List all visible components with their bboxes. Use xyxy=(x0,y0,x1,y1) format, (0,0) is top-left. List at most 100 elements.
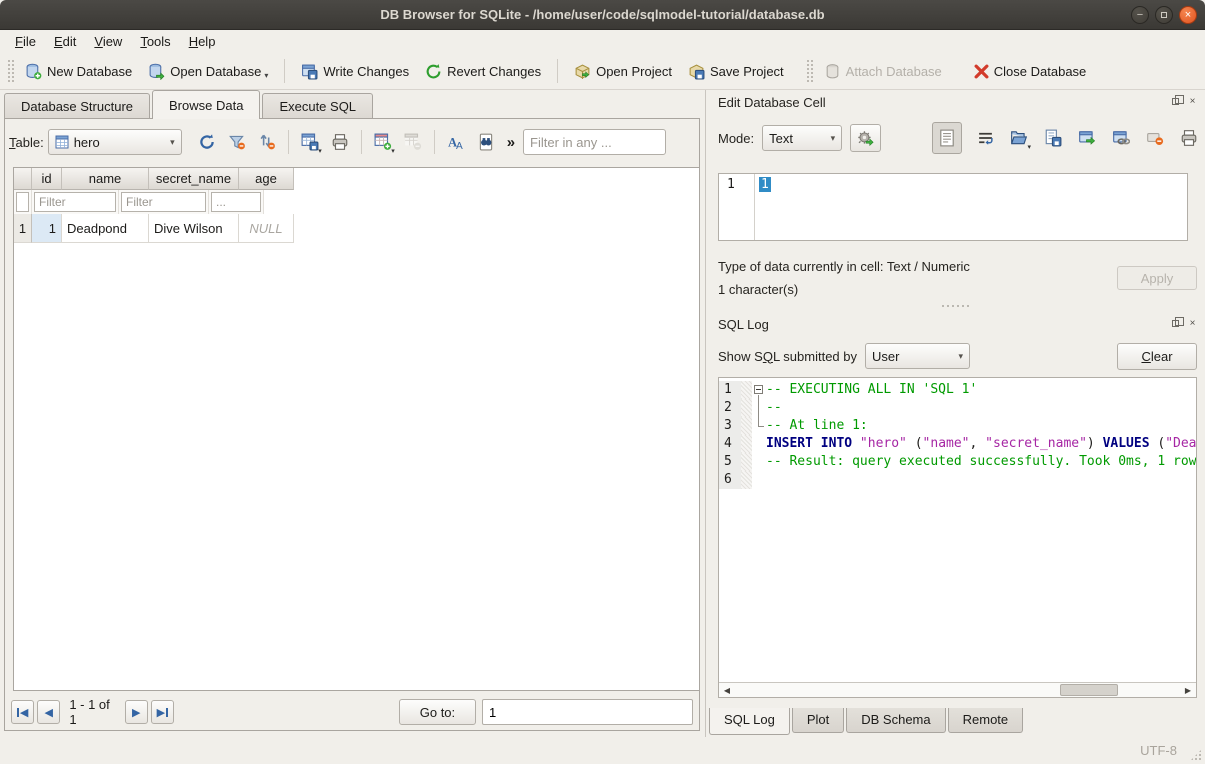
refresh-button[interactable] xyxy=(194,129,220,155)
toolbar-drag-handle[interactable] xyxy=(7,59,14,83)
grid-column-header[interactable]: name xyxy=(62,168,149,190)
mode-selector[interactable]: Text ▾ xyxy=(762,125,842,151)
menu-file[interactable]: File xyxy=(6,32,45,51)
previous-record-button[interactable]: ◀ xyxy=(37,700,60,724)
filter-box[interactable]: Filter xyxy=(121,192,206,212)
grid-cell[interactable]: Deadpond xyxy=(62,214,149,243)
last-record-button[interactable]: ▶ xyxy=(151,700,174,724)
grid-cell[interactable]: Dive Wilson xyxy=(149,214,239,243)
tab-db-schema[interactable]: DB Schema xyxy=(846,708,945,733)
fold-margin xyxy=(741,399,752,417)
grid-data-row: 11DeadpondDive WilsonNULL xyxy=(14,214,699,243)
set-null-button[interactable] xyxy=(1142,125,1168,151)
dock-float-button[interactable] xyxy=(1169,317,1182,330)
open-file-icon xyxy=(1010,129,1028,147)
goto-record-input[interactable] xyxy=(482,699,693,725)
fold-marker[interactable] xyxy=(752,381,766,399)
tab-plot[interactable]: Plot xyxy=(792,708,844,733)
filter-box[interactable] xyxy=(16,192,29,212)
write-changes-button[interactable]: Write Changes xyxy=(293,59,417,84)
find-button[interactable] xyxy=(473,129,499,155)
export-to-file-button[interactable] xyxy=(1040,125,1066,151)
horizontal-scrollbar[interactable]: ◀ ▶ xyxy=(719,682,1196,697)
copy-to-external-button[interactable] xyxy=(1074,125,1100,151)
print-cell-button[interactable] xyxy=(1176,125,1202,151)
row-number-cell[interactable]: 1 xyxy=(14,214,32,243)
tab-execute-sql[interactable]: Execute SQL xyxy=(262,93,373,119)
menu-help[interactable]: Help xyxy=(180,32,225,51)
chevron-down-icon: ▾ xyxy=(162,137,175,148)
open-database-dropdown-arrow[interactable]: ▾ xyxy=(264,71,268,80)
dock-close-button[interactable]: × xyxy=(1186,95,1199,108)
insert-record-button[interactable]: ▾ xyxy=(370,129,396,155)
line-number: 2 xyxy=(719,399,741,417)
text-mode-button[interactable] xyxy=(932,122,962,154)
grid-corner-header[interactable] xyxy=(14,168,32,190)
svg-text:A: A xyxy=(456,141,463,151)
delete-record-button[interactable] xyxy=(400,129,426,155)
filter-any-column-input[interactable] xyxy=(523,129,666,155)
close-button[interactable]: × xyxy=(1179,6,1197,24)
apply-button[interactable]: Apply xyxy=(1117,266,1197,290)
dock-float-button[interactable] xyxy=(1169,95,1182,108)
minimize-button[interactable]: − xyxy=(1131,6,1149,24)
filter-box[interactable]: Filter xyxy=(34,192,116,212)
grid-column-header[interactable]: secret_name xyxy=(149,168,239,190)
sql-log-view[interactable]: 1-- EXECUTING ALL IN 'SQL 1'2--3-- At li… xyxy=(718,377,1197,698)
word-wrap-button[interactable] xyxy=(972,125,998,151)
toolbar-drag-handle[interactable] xyxy=(806,59,813,83)
fold-marker xyxy=(752,471,766,489)
menu-edit[interactable]: Edit xyxy=(45,32,85,51)
goto-button[interactable]: Go to: xyxy=(399,699,476,725)
apply-data-button[interactable] xyxy=(850,124,881,152)
grid-cell[interactable]: NULL xyxy=(239,214,294,243)
tab-remote[interactable]: Remote xyxy=(948,708,1024,733)
save-table-button[interactable]: ▾ xyxy=(297,129,323,155)
fold-margin xyxy=(741,453,752,471)
font-settings-button[interactable]: AA xyxy=(443,129,469,155)
toolbar-overflow-chevron[interactable]: » xyxy=(503,134,519,151)
resize-grip[interactable] xyxy=(1190,749,1202,761)
grid-column-header[interactable]: id xyxy=(32,168,62,190)
browse-data-pane: Table: hero ▾ ▾ xyxy=(4,118,700,731)
grid-cell[interactable]: 1 xyxy=(32,214,62,243)
menu-tools[interactable]: Tools xyxy=(131,32,179,51)
clear-sorting-button[interactable] xyxy=(254,129,280,155)
scrollbar-track[interactable] xyxy=(735,683,1180,697)
menu-bar: File Edit View Tools Help xyxy=(0,30,1205,53)
scroll-left-arrow[interactable]: ◀ xyxy=(719,683,735,697)
dock-splitter-handle[interactable] xyxy=(706,303,1205,309)
first-record-button[interactable]: ◀ xyxy=(11,700,34,724)
tab-browse-data[interactable]: Browse Data xyxy=(152,90,260,119)
sql-source-selector[interactable]: User ▾ xyxy=(865,343,970,369)
clear-filters-button[interactable] xyxy=(224,129,250,155)
next-record-button[interactable]: ▶ xyxy=(125,700,148,724)
cell-editor[interactable]: 1 1 xyxy=(718,173,1188,241)
fold-marker[interactable] xyxy=(752,417,766,435)
sql-log-dock-title: SQL Log xyxy=(718,317,769,332)
filter-box[interactable]: ... xyxy=(211,192,261,212)
new-database-icon xyxy=(25,63,42,80)
open-database-button[interactable]: Open Database ▾ xyxy=(140,59,276,84)
clear-log-button[interactable]: Clear xyxy=(1117,343,1197,370)
scrollbar-thumb[interactable] xyxy=(1060,684,1118,696)
close-database-button[interactable]: Close Database xyxy=(966,60,1095,83)
tab-sql-log[interactable]: SQL Log xyxy=(709,708,790,735)
revert-changes-button[interactable]: Revert Changes xyxy=(417,59,549,84)
fold-marker[interactable] xyxy=(752,399,766,417)
menu-view[interactable]: View xyxy=(85,32,131,51)
open-project-icon xyxy=(574,63,591,80)
save-project-button[interactable]: Save Project xyxy=(680,59,792,84)
print-table-button[interactable] xyxy=(327,129,353,155)
new-database-button[interactable]: New Database xyxy=(17,59,140,84)
import-from-file-button[interactable]: ▾ xyxy=(1006,125,1032,151)
open-in-app-button[interactable] xyxy=(1108,125,1134,151)
dock-close-button[interactable]: × xyxy=(1186,317,1199,330)
scroll-right-arrow[interactable]: ▶ xyxy=(1180,683,1196,697)
open-project-button[interactable]: Open Project xyxy=(566,59,680,84)
grid-column-header[interactable]: age xyxy=(239,168,294,190)
attach-database-button[interactable]: Attach Database xyxy=(816,59,950,84)
maximize-button[interactable] xyxy=(1155,6,1173,24)
tab-database-structure[interactable]: Database Structure xyxy=(4,93,150,119)
table-selector[interactable]: hero ▾ xyxy=(48,129,182,155)
